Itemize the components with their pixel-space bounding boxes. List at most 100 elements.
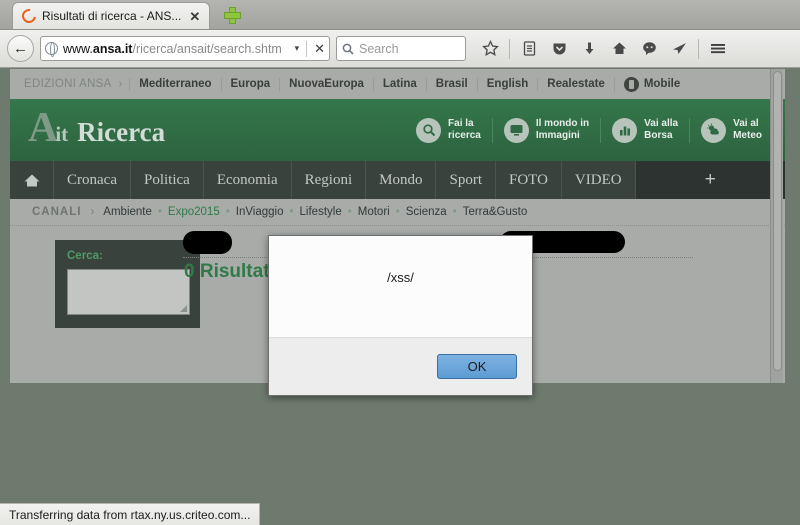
canali-label: CANALI bbox=[32, 206, 82, 218]
nav-item-cronaca[interactable]: Cronaca bbox=[54, 161, 131, 199]
edizioni-item-mediterraneo[interactable]: Mediterraneo bbox=[129, 77, 220, 91]
label-line1: Il mondo in bbox=[535, 118, 590, 129]
canali-item-motori[interactable]: Motori bbox=[358, 206, 390, 218]
edizioni-bar: EDIZIONI ANSA › Mediterraneo Europa Nuov… bbox=[10, 69, 785, 99]
separator-dot-5: • bbox=[395, 206, 400, 218]
canali-item-scienza[interactable]: Scienza bbox=[406, 206, 447, 218]
close-icon[interactable]: ✕ bbox=[187, 10, 202, 23]
bar-chart-icon bbox=[612, 117, 638, 143]
pocket-icon[interactable] bbox=[545, 35, 573, 63]
edizioni-item-nuovaeuropa[interactable]: NuovaEuropa bbox=[279, 77, 373, 91]
ok-button[interactable]: OK bbox=[437, 354, 517, 379]
header-action-label: Fai la ricerca bbox=[448, 118, 481, 142]
cerca-label: Cerca: bbox=[67, 250, 103, 262]
nav-item-regioni[interactable]: Regioni bbox=[292, 161, 367, 199]
separator-dot: • bbox=[157, 206, 162, 218]
label-line1: Vai alla bbox=[644, 118, 679, 129]
bookmark-star-icon[interactable] bbox=[476, 35, 504, 63]
canali-item-ambiente[interactable]: Ambiente bbox=[103, 206, 152, 218]
edizioni-item-mobile[interactable]: Mobile bbox=[613, 76, 689, 92]
edizioni-item-english[interactable]: English bbox=[476, 77, 538, 91]
chat-icon[interactable] bbox=[635, 35, 663, 63]
toolbar-divider-2 bbox=[698, 38, 699, 59]
label-line2: ricerca bbox=[448, 130, 481, 141]
nav-item-politica[interactable]: Politica bbox=[131, 161, 204, 199]
canali-item-inviaggio[interactable]: InViaggio bbox=[236, 206, 284, 218]
menu-icon[interactable] bbox=[704, 35, 732, 63]
canali-bar: CANALI › Ambiente • Expo2015 • InViaggio… bbox=[10, 199, 785, 226]
edizioni-item-realestate[interactable]: Realestate bbox=[537, 77, 614, 91]
logo-ricerca: Ricerca bbox=[77, 117, 166, 147]
header-action-label-4: Vai al Meteo bbox=[733, 118, 762, 142]
nav-more-button[interactable]: + bbox=[635, 161, 785, 199]
separator-dot-4: • bbox=[347, 206, 352, 218]
canali-item-terraegusto[interactable]: Terra&Gusto bbox=[463, 206, 528, 218]
home-icon[interactable] bbox=[605, 35, 633, 63]
label-line1: Fai la bbox=[448, 118, 474, 129]
send-icon[interactable] bbox=[665, 35, 693, 63]
edizioni-label: EDIZIONI ANSA bbox=[24, 78, 112, 90]
weather-sun-cloud-icon bbox=[701, 117, 727, 143]
canali-item-lifestyle[interactable]: Lifestyle bbox=[300, 206, 342, 218]
header-action-vai-al-meteo[interactable]: Vai al Meteo bbox=[689, 117, 773, 143]
page-viewport: EDIZIONI ANSA › Mediterraneo Europa Nuov… bbox=[0, 69, 800, 503]
header-action-label-3: Vai alla Borsa bbox=[644, 118, 678, 142]
header-action-label-2: Il mondo in Immagini bbox=[536, 118, 589, 142]
toolbar-icons bbox=[476, 35, 732, 63]
mobile-phone-icon bbox=[623, 76, 639, 92]
label-line2: Immagini bbox=[535, 130, 580, 141]
browser-window: Risultati di ricerca - ANS... ✕ ← www.an… bbox=[0, 0, 800, 525]
stop-icon[interactable]: ✕ bbox=[306, 40, 325, 57]
toolbar-divider bbox=[509, 38, 510, 59]
edizioni-item-latina[interactable]: Latina bbox=[372, 77, 426, 91]
nav-item-video[interactable]: VIDEO bbox=[562, 161, 636, 199]
new-tab-button[interactable] bbox=[216, 2, 246, 27]
search-bar[interactable]: Search bbox=[336, 36, 466, 61]
tab-strip: Risultati di ricerca - ANS... ✕ bbox=[0, 0, 800, 30]
logo-letter-a: A bbox=[28, 105, 59, 151]
mobile-label: Mobile bbox=[643, 77, 681, 90]
main-nav: Cronaca Politica Economia Regioni Mondo … bbox=[10, 161, 785, 199]
header-action-il-mondo-in-immagini[interactable]: Il mondo in Immagini bbox=[491, 117, 600, 143]
canali-item-expo2015[interactable]: Expo2015 bbox=[168, 206, 220, 218]
url-text: www.ansa.it/ricerca/ansait/search.shtm bbox=[63, 41, 282, 56]
back-button[interactable]: ← bbox=[7, 35, 34, 62]
nav-item-economia[interactable]: Economia bbox=[204, 161, 292, 199]
page-scrollbar[interactable] bbox=[770, 69, 783, 383]
edizioni-item-brasil[interactable]: Brasil bbox=[425, 77, 477, 91]
globe-icon bbox=[45, 41, 58, 57]
results-count: 0 Risultati bbox=[184, 261, 275, 282]
chevron-right-icon-2: › bbox=[90, 206, 95, 218]
dialog-body: /xss/ bbox=[269, 236, 532, 338]
separator-dot-6: • bbox=[452, 206, 457, 218]
header-action-fai-la-ricerca[interactable]: Fai la ricerca bbox=[405, 117, 492, 143]
nav-item-foto[interactable]: FOTO bbox=[496, 161, 562, 199]
tab-title: Risultati di ricerca - ANS... bbox=[42, 9, 182, 23]
ansa-logo[interactable]: A it Ricerca bbox=[28, 105, 166, 151]
logo-it: it bbox=[55, 122, 69, 146]
search-icon bbox=[342, 43, 354, 55]
browser-tab[interactable]: Risultati di ricerca - ANS... ✕ bbox=[12, 2, 211, 29]
search-panel: Cerca: bbox=[55, 240, 200, 328]
chevron-right-icon: › bbox=[118, 78, 123, 90]
cerca-input[interactable] bbox=[67, 269, 190, 315]
address-bar[interactable]: www.ansa.it/ricerca/ansait/search.shtm ▾… bbox=[40, 36, 330, 61]
nav-item-mondo[interactable]: Mondo bbox=[366, 161, 437, 199]
download-icon[interactable] bbox=[575, 35, 603, 63]
separator-dot-3: • bbox=[289, 206, 294, 218]
chevron-down-icon[interactable]: ▾ bbox=[295, 43, 300, 54]
scrollbar-thumb[interactable] bbox=[773, 71, 782, 371]
site-header: A it Ricerca Fai la ricerca Il mondo in … bbox=[10, 99, 785, 161]
edizioni-item-europa[interactable]: Europa bbox=[220, 77, 280, 91]
magnifier-icon bbox=[416, 117, 442, 143]
label-line1: Vai al bbox=[733, 118, 759, 129]
reading-list-icon[interactable] bbox=[515, 35, 543, 63]
header-action-vai-alla-borsa[interactable]: Vai alla Borsa bbox=[600, 117, 689, 143]
javascript-alert-dialog: /xss/ OK bbox=[268, 235, 533, 396]
plus-icon bbox=[223, 7, 241, 24]
nav-home-button[interactable] bbox=[10, 161, 54, 199]
separator-dot-2: • bbox=[225, 206, 230, 218]
nav-item-sport[interactable]: Sport bbox=[436, 161, 496, 199]
dialog-footer: OK bbox=[269, 338, 532, 395]
navigation-toolbar: ← www.ansa.it/ricerca/ansait/search.shtm… bbox=[0, 30, 800, 68]
